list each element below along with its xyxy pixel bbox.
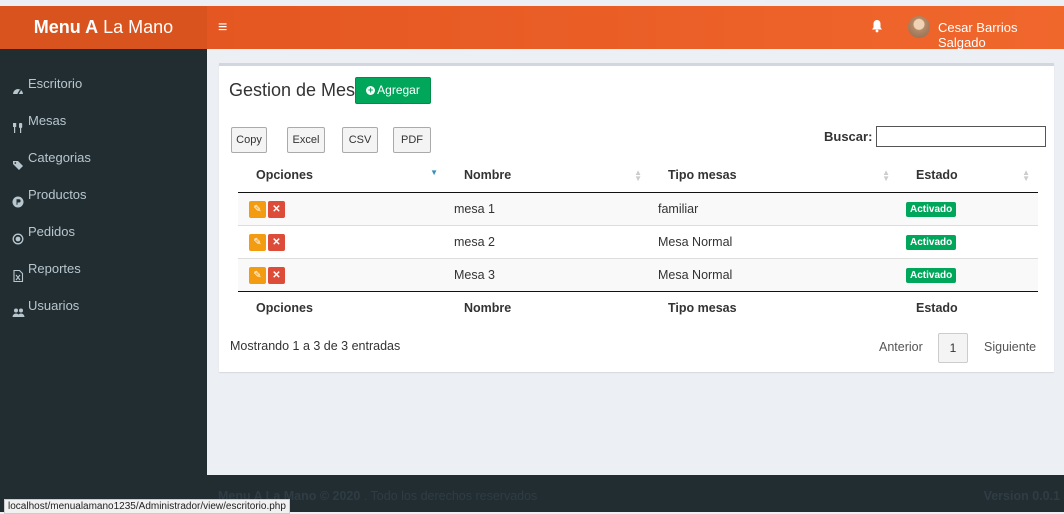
edit-pencil-icon[interactable]: ✎: [249, 233, 266, 251]
mesas-box: Gestion de Mesas + Agregar Copy Excel CSV…: [219, 63, 1054, 372]
search-label: Buscar:: [824, 129, 873, 144]
utensils-icon: [12, 115, 24, 133]
cell-tipo: familiar: [650, 192, 898, 226]
cell-tipo: Mesa Normal: [650, 225, 898, 259]
sidebar-item-pedidos[interactable]: Pedidos: [0, 217, 207, 247]
pagination-page-1[interactable]: 1: [938, 333, 968, 363]
status-badge: Activado: [906, 268, 957, 283]
logo-rest: La Mano: [98, 17, 174, 37]
cell-estado: Activado: [898, 225, 1038, 259]
status-badge: Activado: [906, 235, 957, 250]
app-logo[interactable]: Menu A La Mano: [0, 6, 207, 49]
top-navbar: Menu A La Mano ≡ Cesar Barrios Salgado: [0, 6, 1064, 50]
sidebar-item-label: Productos: [28, 187, 87, 202]
column-footer-tipo-mesas: Tipo mesas: [650, 291, 898, 324]
sidebar-item-label: Pedidos: [28, 224, 75, 239]
cell-estado: Activado: [898, 192, 1038, 226]
sidebar-item-label: Categorias: [28, 150, 91, 165]
sidebar-item-productos[interactable]: Productos: [0, 180, 207, 210]
copy-button[interactable]: Copy: [231, 127, 267, 153]
delete-x-icon[interactable]: ✕: [268, 200, 285, 218]
cell-nombre: Mesa 3: [446, 258, 650, 292]
users-icon: [12, 300, 25, 317]
pdf-button[interactable]: PDF: [393, 127, 431, 153]
sidebar-item-label: Usuarios: [28, 298, 80, 313]
dashboard-icon: [12, 78, 24, 95]
mesas-table: Opciones ▼ Nombre ▲ ▼ Tipo mesas ▲ ▼ Estado ▲ ▼…: [238, 158, 1038, 324]
logo-bold: Menu A: [33, 17, 99, 37]
edit-pencil-icon[interactable]: ✎: [249, 200, 266, 218]
column-header-label: Opciones: [256, 168, 313, 182]
product-hunt-icon: [12, 189, 24, 208]
table-row: ✎ ✕ mesa 2 Mesa Normal Activado: [238, 225, 1038, 259]
sidebar-item-categorias[interactable]: Categorias: [0, 143, 207, 173]
row-actions: ✎ ✕: [238, 192, 446, 226]
page-footer: Menu A La Mano © 2020 . Todo los derecho…: [207, 475, 1064, 512]
file-excel-icon: [12, 263, 24, 283]
sidebar-item-usuarios[interactable]: Usuarios: [0, 291, 207, 321]
cell-tipo: Mesa Normal: [650, 258, 898, 292]
column-footer-nombre: Nombre: [446, 291, 650, 324]
notifications-bell-icon[interactable]: [871, 19, 883, 36]
delete-x-icon[interactable]: ✕: [268, 266, 285, 284]
column-footer-opciones: Opciones: [238, 291, 446, 324]
csv-button[interactable]: CSV: [342, 127, 378, 153]
column-header-estado[interactable]: Estado ▲ ▼: [898, 158, 1038, 193]
footer-rights: . Todo los derechos reservados: [360, 489, 538, 503]
radio-circle-icon: [12, 226, 24, 245]
add-button-label: Agregar: [377, 83, 420, 97]
sidebar-item-label: Mesas: [28, 113, 67, 128]
sort-desc-icon: ▼: [430, 168, 438, 177]
pagination-next[interactable]: Siguiente: [984, 340, 1036, 354]
cell-nombre: mesa 2: [446, 225, 650, 259]
pagination-prev[interactable]: Anterior: [879, 340, 923, 354]
sidebar-item-reportes[interactable]: Reportes: [0, 254, 207, 284]
row-actions: ✎ ✕: [238, 258, 446, 292]
excel-button[interactable]: Excel: [287, 127, 325, 153]
sidebar: Escritorio Mesas Categorias Productos Pe…: [0, 49, 207, 512]
column-footer-estado: Estado: [898, 291, 1038, 324]
cell-nombre: mesa 1: [446, 192, 650, 226]
user-avatar[interactable]: [908, 16, 930, 38]
delete-x-icon[interactable]: ✕: [268, 233, 285, 251]
user-name[interactable]: Cesar Barrios Salgado: [938, 20, 1064, 50]
cell-estado: Activado: [898, 258, 1038, 292]
edit-pencil-icon[interactable]: ✎: [249, 266, 266, 284]
search-input[interactable]: [876, 126, 1046, 147]
table-info: Mostrando 1 a 3 de 3 entradas: [230, 339, 401, 353]
tags-icon: [12, 152, 24, 170]
page-title: Gestion de Mesas: [229, 80, 375, 100]
column-header-label: Tipo mesas: [668, 168, 737, 182]
row-actions: ✎ ✕: [238, 225, 446, 259]
column-header-tipo-mesas[interactable]: Tipo mesas ▲ ▼: [650, 158, 898, 193]
table-row: ✎ ✕ Mesa 3 Mesa Normal Activado: [238, 258, 1038, 292]
column-header-nombre[interactable]: Nombre ▲ ▼: [446, 158, 650, 193]
sidebar-item-mesas[interactable]: Mesas: [0, 106, 207, 136]
table-row: ✎ ✕ mesa 1 familiar Activado: [238, 192, 1038, 226]
sidebar-item-label: Escritorio: [28, 76, 83, 91]
sort-icon: ▲ ▼: [882, 168, 890, 183]
menu-toggle-icon[interactable]: ≡: [218, 19, 227, 37]
sort-icon: ▲ ▼: [634, 168, 642, 183]
add-mesa-button[interactable]: + Agregar: [355, 77, 431, 104]
column-header-opciones[interactable]: Opciones ▼: [238, 158, 446, 193]
status-badge: Activado: [906, 202, 957, 217]
sort-icon: ▲ ▼: [1022, 168, 1030, 183]
table-header-row: Opciones ▼ Nombre ▲ ▼ Tipo mesas ▲ ▼ Estado ▲ ▼: [238, 158, 1038, 193]
plus-circle-icon: +: [366, 85, 376, 96]
column-header-label: Nombre: [464, 168, 512, 182]
column-header-label: Estado: [916, 168, 958, 182]
sidebar-item-escritorio[interactable]: Escritorio: [0, 69, 207, 99]
table-footer-row: Opciones Nombre Tipo mesas Estado: [238, 291, 1038, 324]
footer-version: Version 0.0.1: [983, 489, 1060, 503]
sidebar-item-label: Reportes: [28, 261, 81, 276]
